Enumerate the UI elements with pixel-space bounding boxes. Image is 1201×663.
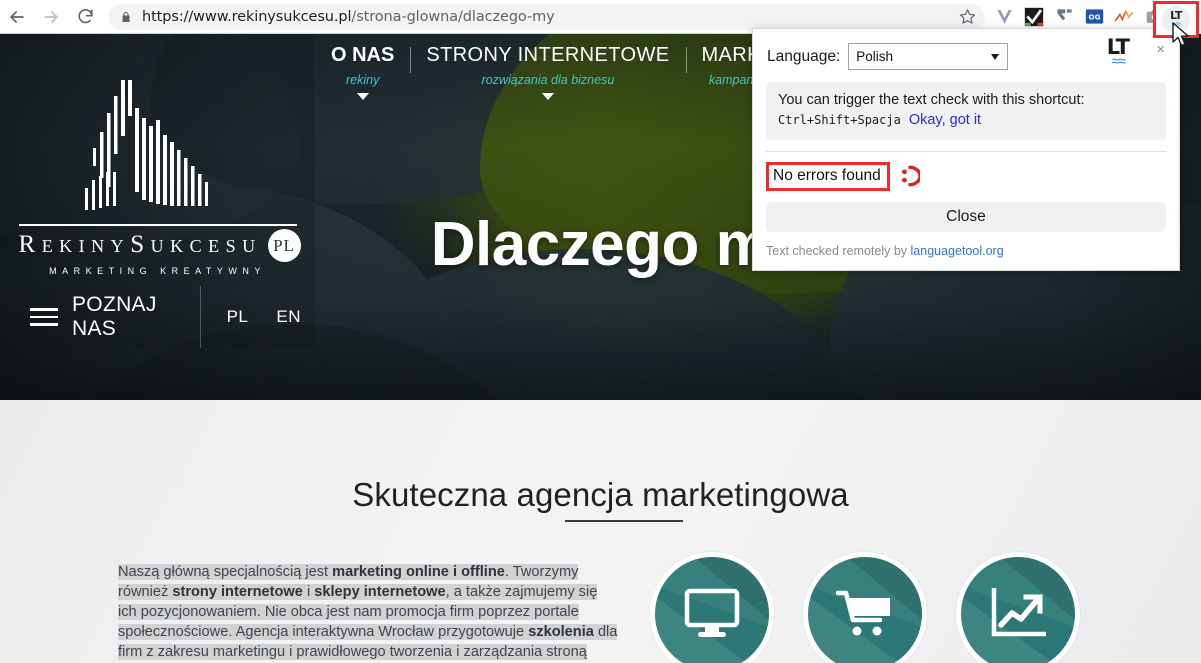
nav-item-o-nas[interactable]: O NAS rekiny xyxy=(315,44,410,100)
popup-divider xyxy=(766,151,1166,152)
feature-circle-monitor[interactable] xyxy=(650,552,774,663)
section-title: Skuteczna agencja marketingowa xyxy=(352,476,849,513)
feature-circle-chart[interactable] xyxy=(956,552,1080,663)
hamburger-menu-icon[interactable] xyxy=(30,308,58,326)
back-arrow-icon[interactable] xyxy=(0,0,34,34)
address-bar[interactable]: https://www.rekinysukcesu.pl/strona-glow… xyxy=(108,3,985,30)
lock-icon xyxy=(120,10,132,24)
close-icon[interactable]: × xyxy=(1156,41,1165,58)
logo-pl-badge: PL xyxy=(267,229,301,262)
section-title-underline xyxy=(565,520,683,522)
shortcut-keys: Ctrl+Shift+Spacja xyxy=(778,113,901,127)
poznaj-nas-label: POZNAJ NAS xyxy=(72,293,157,340)
popup-footer: Text checked remotely by languagetool.or… xyxy=(766,244,1166,258)
chevron-down-icon[interactable] xyxy=(356,93,369,100)
shortcut-hint-line2: Ctrl+Shift+Spacja Okay, got it xyxy=(778,111,1154,129)
shark-fin-bars-logo xyxy=(84,80,208,210)
mouse-cursor xyxy=(1172,22,1189,47)
lang-switch-en[interactable]: EN xyxy=(262,307,315,327)
body-paragraph: Naszą główną specjalnością jest marketin… xyxy=(118,562,618,663)
footer-text: Text checked remotely by xyxy=(766,244,911,258)
smiling-face-icon xyxy=(898,165,920,187)
nav-subtitle: rozwiązania dla biznesu xyxy=(481,73,615,87)
body-text-3: i xyxy=(302,584,315,600)
body-text-1: Naszą główną specjalnością jest xyxy=(118,564,333,580)
shortcut-hint-box: You can trigger the text check with this… xyxy=(766,82,1166,140)
site-subbar: POZNAJ NAS PL EN xyxy=(0,286,315,348)
monitor-icon xyxy=(684,588,740,637)
forward-arrow-icon[interactable] xyxy=(34,0,68,34)
feature-icons xyxy=(650,552,1080,663)
bookmark-star-icon[interactable] xyxy=(955,5,979,29)
logo-word-ekiny: EKINY xyxy=(41,236,131,256)
languagetool-org-link[interactable]: languagetool.org xyxy=(911,244,1004,258)
logo-wordmark: REKINYSUKCESU PL xyxy=(18,229,301,262)
nav-item-strony-internetowe[interactable]: STRONY INTERNETOWE rozwiązania dla bizne… xyxy=(410,44,685,100)
languagetool-popup: Language: Polish LT ≈≈ × You can trigger… xyxy=(752,28,1180,271)
body-bold-4: szkolenia xyxy=(528,624,594,640)
no-errors-text: No errors found xyxy=(773,166,881,184)
reload-icon[interactable] xyxy=(68,0,102,34)
logo-word-ukcesu: UKCESU xyxy=(150,236,262,256)
content-section: Skuteczna agencja marketingowa Naszą głó… xyxy=(0,400,1201,663)
growth-chart-icon xyxy=(991,588,1046,637)
no-errors-highlight-box: No errors found xyxy=(766,161,890,191)
okay-got-it-link[interactable]: Okay, got it xyxy=(909,112,981,128)
body-bold-2: strony internetowe xyxy=(172,584,303,600)
url-text: https://www.rekinysukcesu.pl/strona-glow… xyxy=(142,8,555,25)
result-row: No errors found xyxy=(753,161,1179,191)
languagetool-logo: LT ≈≈ xyxy=(1106,35,1130,70)
logo-divider xyxy=(18,224,297,226)
popup-header: Language: Polish LT ≈≈ × xyxy=(753,29,1179,70)
site-logo[interactable]: REKINYSUKCESU PL MARKETING KREATYWNY xyxy=(0,34,315,286)
feature-circle-cart[interactable] xyxy=(803,552,927,663)
body-bold-3: sklepy internetowe xyxy=(314,584,446,600)
language-label: Language: xyxy=(767,47,841,65)
chevron-down-icon xyxy=(991,53,1000,60)
nav-subtitle: rekiny xyxy=(346,73,380,87)
language-select-value: Polish xyxy=(856,49,894,64)
chevron-down-icon[interactable] xyxy=(541,93,554,100)
lang-switch-pl[interactable]: PL xyxy=(213,307,263,327)
shopping-cart-icon xyxy=(836,590,890,636)
close-button-label: Close xyxy=(946,208,986,225)
nav-title: STRONY INTERNETOWE xyxy=(426,44,670,66)
language-select[interactable]: Polish xyxy=(848,43,1009,70)
logo-tagline: MARKETING KREATYWNY xyxy=(49,266,266,276)
shortcut-hint-text: You can trigger the text check with this… xyxy=(778,92,1085,108)
logo-word-r: R xyxy=(18,231,42,258)
body-bold-1: marketing online i offline xyxy=(332,564,505,580)
nav-title: O NAS xyxy=(331,44,395,66)
logo-word-s: S xyxy=(130,231,151,258)
poznaj-nas-button[interactable]: POZNAJ NAS xyxy=(0,286,201,348)
svg-text:OG: OG xyxy=(1088,13,1100,22)
close-button[interactable]: Close xyxy=(766,202,1166,232)
